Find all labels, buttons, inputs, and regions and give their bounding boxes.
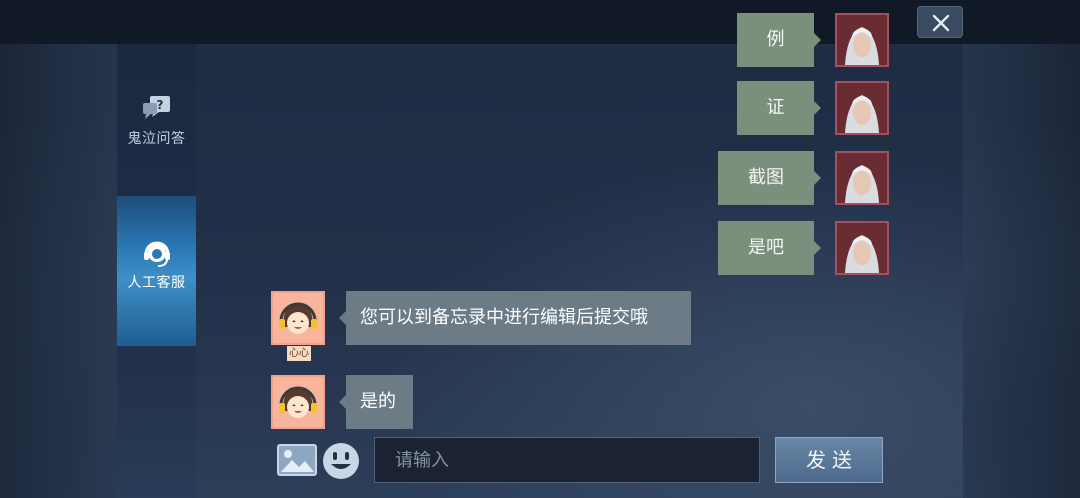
- close-icon: [932, 14, 950, 32]
- close-button[interactable]: [917, 6, 963, 38]
- agent-message-bubble: 您可以到备忘录中进行编辑后提交哦: [339, 291, 691, 345]
- user-avatar[interactable]: [835, 221, 889, 275]
- right-backdrop: [963, 44, 1080, 498]
- message-text: 是吧: [748, 237, 784, 258]
- send-button[interactable]: 发送: [775, 437, 883, 483]
- left-backdrop: [0, 44, 117, 498]
- message-input[interactable]: [374, 437, 760, 483]
- top-bar: [0, 0, 1080, 44]
- user-message-bubble: 截图: [718, 151, 821, 205]
- message-text: 例: [766, 29, 785, 50]
- sidebar-item-customer-service[interactable]: 人工客服: [117, 196, 196, 346]
- agent-avatar[interactable]: [271, 291, 325, 345]
- send-image-button[interactable]: [277, 444, 317, 476]
- user-message-bubble: 例: [737, 13, 821, 67]
- avatar-image: [837, 223, 887, 273]
- question-chat-icon: ?: [142, 96, 170, 119]
- user-avatar[interactable]: [835, 13, 889, 67]
- user-avatar[interactable]: [835, 151, 889, 205]
- avatar-image: [837, 153, 887, 203]
- user-message-bubble: 是吧: [718, 221, 821, 275]
- agent-avatar-image: [273, 377, 323, 427]
- emoji-icon: [323, 443, 359, 479]
- message-text: 您可以到备忘录中进行编辑后提交哦: [360, 307, 648, 328]
- message-text: 截图: [748, 167, 784, 188]
- user-message-bubble: 证: [737, 81, 821, 135]
- agent-name-tag: 心心: [287, 346, 311, 361]
- agent-avatar[interactable]: [271, 375, 325, 429]
- sidebar-item-faq[interactable]: ? 鬼泣问答: [117, 94, 196, 204]
- agent-avatar-image: [273, 293, 323, 343]
- headset-icon: [143, 241, 170, 267]
- avatar-image: [837, 83, 887, 133]
- sidebar: ? 鬼泣问答 人工客服: [117, 44, 197, 498]
- image-icon: [277, 444, 317, 476]
- sidebar-item-label: 鬼泣问答: [127, 131, 186, 147]
- sidebar-item-label: 人工客服: [127, 275, 186, 291]
- avatar-image: [837, 15, 887, 65]
- agent-message-bubble: 是的: [339, 375, 413, 429]
- user-avatar[interactable]: [835, 81, 889, 135]
- message-text: 证: [766, 97, 785, 118]
- svg-text:?: ?: [156, 98, 163, 112]
- message-text: 是的: [360, 391, 396, 412]
- emoji-button[interactable]: [321, 441, 361, 481]
